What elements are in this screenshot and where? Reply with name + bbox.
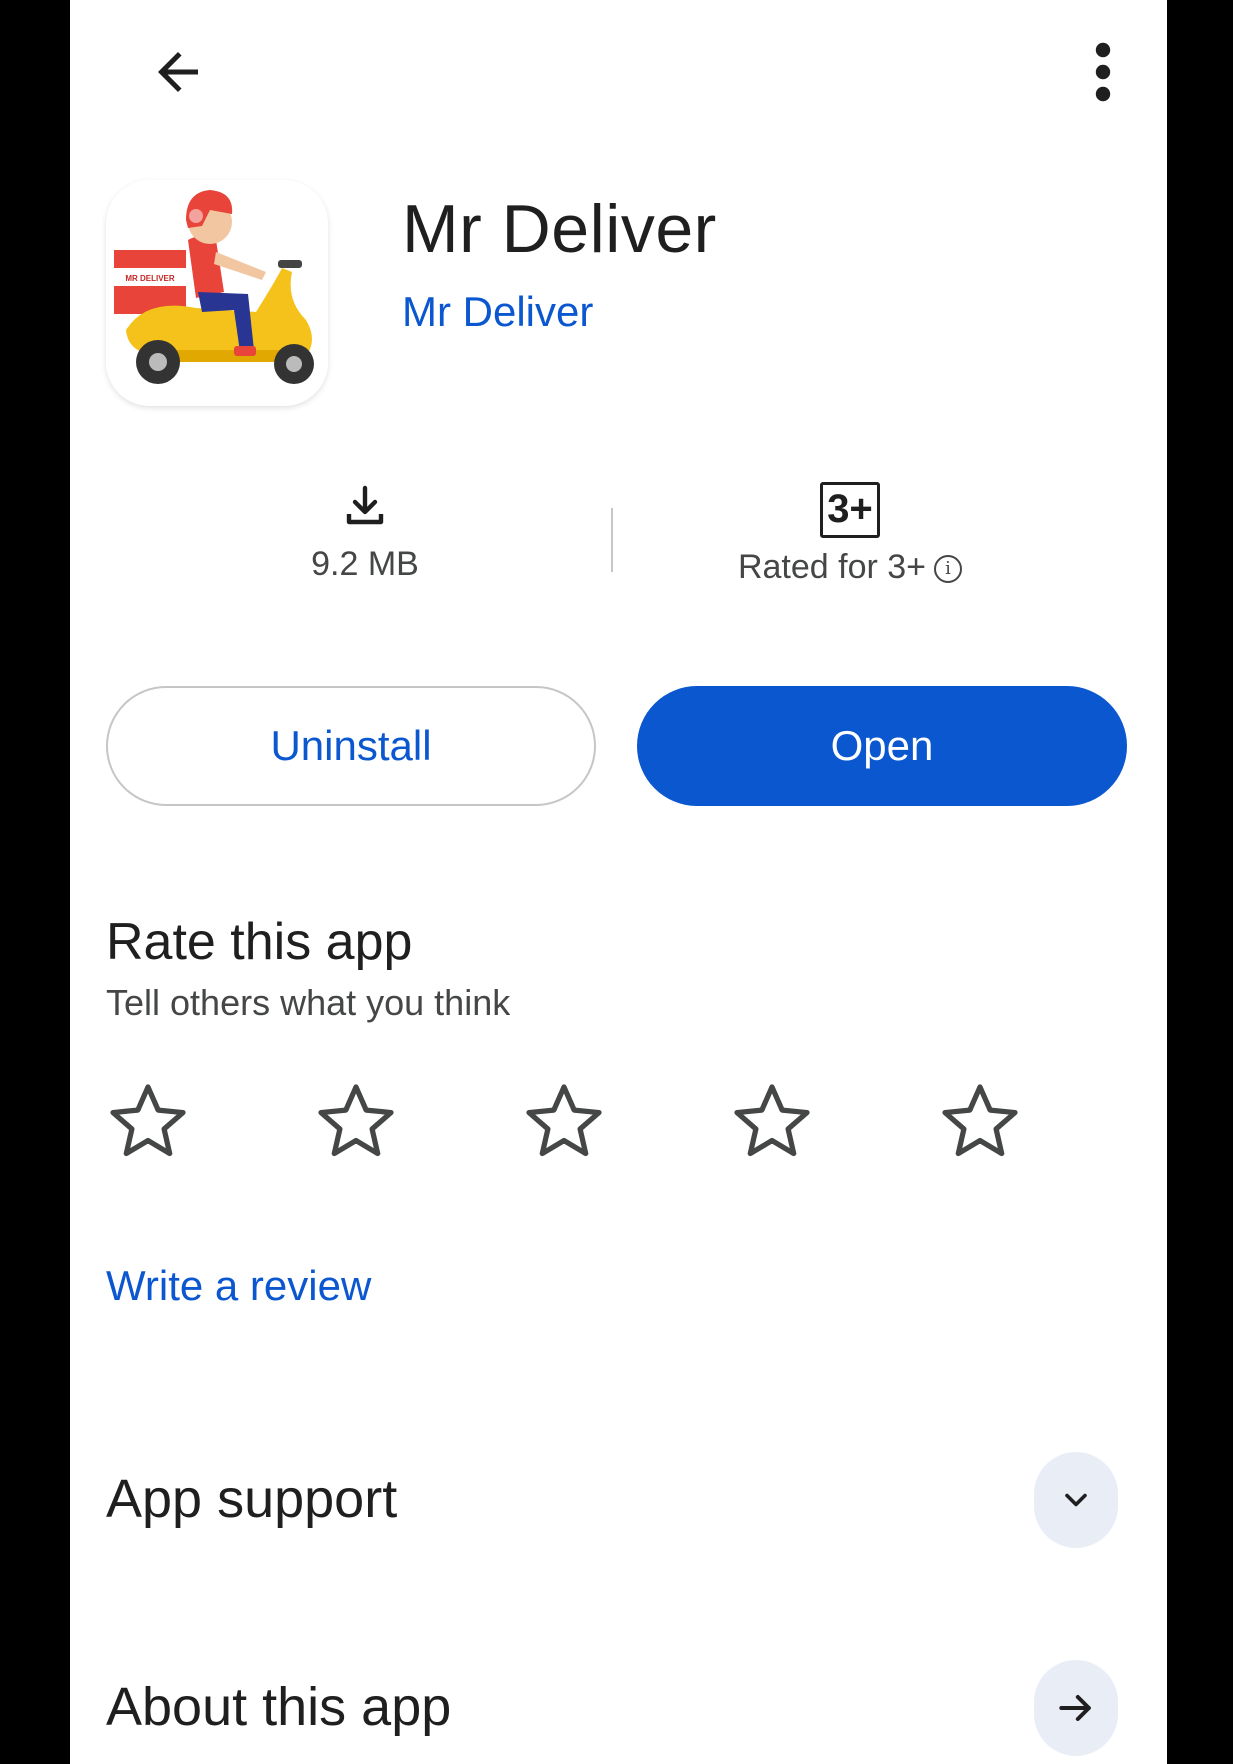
rate-section-title: Rate this app — [106, 913, 413, 971]
app-title: Mr Deliver — [402, 191, 717, 267]
info-icon: i — [934, 555, 963, 584]
about-app-arrow-button[interactable] — [1034, 1660, 1118, 1756]
stats-divider — [611, 508, 613, 572]
more-options-button[interactable] — [1068, 22, 1138, 122]
rating-star-3[interactable] — [522, 1080, 606, 1164]
more-vert-icon — [1095, 42, 1111, 102]
content-rating-label: Rated for 3+ — [737, 548, 927, 586]
chevron-down-icon — [1065, 1493, 1087, 1507]
stat-content-rating[interactable]: 3+ Rated for 3+ i — [690, 482, 1010, 587]
back-button[interactable] — [128, 22, 228, 122]
app-support-title[interactable]: App support — [106, 1468, 397, 1530]
app-details-screen: MR DELIVER Mr Deliver Mr Deliver 9.2 MB … — [70, 0, 1167, 1764]
svg-text:MR DELIVER: MR DELIVER — [125, 274, 175, 283]
star-outline-icon — [110, 1084, 186, 1157]
rate-section-subtitle: Tell others what you think — [106, 982, 511, 1023]
rating-star-1[interactable] — [106, 1080, 190, 1164]
star-outline-icon — [526, 1084, 602, 1157]
developer-link[interactable]: Mr Deliver — [402, 288, 593, 336]
arrow-right-icon — [1059, 1694, 1091, 1722]
content-rating-badge: 3+ — [820, 482, 880, 538]
uninstall-button[interactable]: Uninstall — [106, 686, 596, 806]
star-outline-icon — [734, 1084, 810, 1157]
rating-star-4[interactable] — [730, 1080, 814, 1164]
rating-star-2[interactable] — [314, 1080, 398, 1164]
app-support-expand-button[interactable] — [1034, 1452, 1118, 1548]
app-icon: MR DELIVER — [106, 180, 328, 406]
content-rating-label-row: Rated for 3+ i — [690, 548, 1010, 587]
star-outline-icon — [318, 1084, 394, 1157]
arrow-left-icon — [158, 52, 198, 92]
download-size-label: 9.2 MB — [311, 545, 419, 583]
rating-star-5[interactable] — [938, 1080, 1022, 1164]
about-app-title[interactable]: About this app — [106, 1676, 451, 1738]
open-button[interactable]: Open — [637, 686, 1127, 806]
stat-download-size: 9.2 MB — [240, 482, 490, 584]
download-icon — [346, 485, 384, 525]
delivery-scooter-logo: MR DELIVER — [106, 180, 328, 406]
star-outline-icon — [942, 1084, 1018, 1157]
write-review-link[interactable]: Write a review — [106, 1262, 371, 1310]
